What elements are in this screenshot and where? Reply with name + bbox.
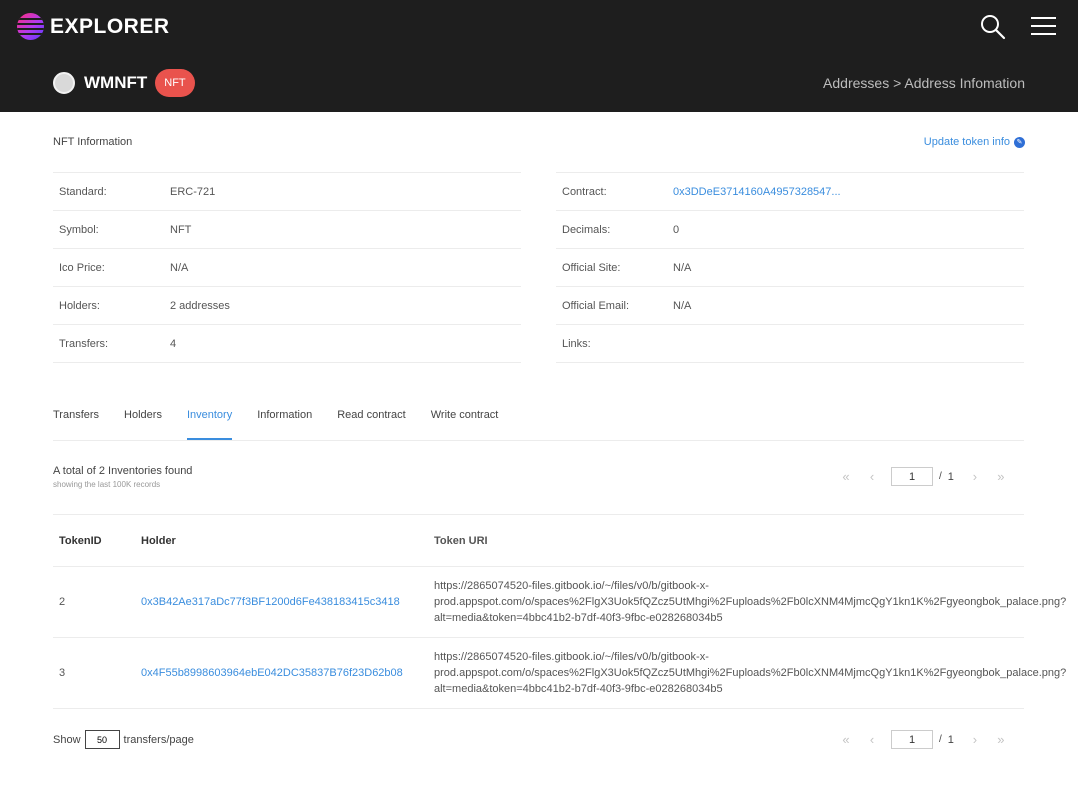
info-label: Transfers: bbox=[59, 337, 109, 350]
next-page-button[interactable]: › bbox=[962, 732, 988, 747]
top-header: EXPLORER WMNFT NFT Addresses > Address I… bbox=[0, 0, 1078, 112]
token-uri-line: https://2865074520-files.gitbook.io/~/fi… bbox=[434, 580, 709, 592]
update-token-info-link[interactable]: Update token info ✎ bbox=[924, 136, 1025, 148]
token-avatar bbox=[53, 72, 75, 94]
info-table-right: Contract: 0x3DDeE3714160A4957328547... D… bbox=[556, 172, 1024, 363]
info-label: Official Site: bbox=[562, 261, 621, 274]
token-uri-line: https://2865074520-files.gitbook.io/~/fi… bbox=[434, 651, 709, 663]
token-uri-cell: https://2865074520-files.gitbook.io/~/fi… bbox=[434, 649, 1067, 697]
explorer-logo[interactable]: EXPLORER bbox=[17, 13, 170, 40]
per-page-label: transfers/page bbox=[123, 733, 194, 746]
next-page-button[interactable]: › bbox=[962, 469, 988, 484]
inventory-showing-note: showing the last 100K records bbox=[53, 480, 161, 489]
holder-address-link[interactable]: 0x3B42Ae317aDc77f3BF1200d6Fe438183415c34… bbox=[141, 596, 434, 608]
info-row-standard: Standard: ERC-721 bbox=[53, 173, 521, 211]
search-button[interactable] bbox=[980, 14, 1006, 40]
column-header-holder: Holder bbox=[141, 534, 176, 547]
info-value: 4 bbox=[170, 337, 177, 350]
holder-address-link[interactable]: 0x4F55b8998603964ebE042DC35837B76f23D62b… bbox=[141, 667, 434, 679]
info-label: Decimals: bbox=[562, 223, 611, 236]
info-value: 2 addresses bbox=[170, 299, 230, 312]
info-row-symbol: Symbol: NFT bbox=[53, 211, 521, 249]
globe-logo-icon bbox=[17, 13, 44, 40]
info-label: Holders: bbox=[59, 299, 100, 312]
first-page-button[interactable]: « bbox=[833, 732, 859, 747]
tab-inventory[interactable]: Inventory bbox=[186, 399, 233, 440]
inventory-total: A total of 2 Inventories found bbox=[53, 465, 193, 477]
info-row-links: Links: bbox=[556, 325, 1024, 363]
token-id-cell: 3 bbox=[59, 667, 66, 679]
info-value: 0 bbox=[673, 223, 680, 236]
contract-address-link[interactable]: 0x3DDeE3714160A4957328547... bbox=[673, 186, 841, 198]
token-uri-line: prod.appspot.com/o/spaces%2FlgX3Uok5fQZc… bbox=[434, 596, 1067, 608]
tab-read-contract[interactable]: Read contract bbox=[337, 399, 405, 440]
total-pages: 1 bbox=[947, 733, 954, 746]
prev-page-button[interactable]: ‹ bbox=[859, 469, 885, 484]
info-row-ico-price: Ico Price: N/A bbox=[53, 249, 521, 287]
token-name: WMNFT bbox=[84, 73, 148, 92]
info-label: Ico Price: bbox=[59, 261, 105, 274]
tab-write-contract[interactable]: Write contract bbox=[431, 399, 499, 440]
info-value: N/A bbox=[170, 261, 189, 274]
info-label: Standard: bbox=[59, 185, 107, 198]
token-type-badge: NFT bbox=[155, 69, 195, 97]
info-value: ERC-721 bbox=[170, 185, 216, 198]
pagination-top: « ‹ / 1 › » bbox=[833, 467, 1014, 486]
last-page-button[interactable]: » bbox=[988, 469, 1014, 484]
info-value: N/A bbox=[673, 261, 692, 274]
info-table-left: Standard: ERC-721 Symbol: NFT Ico Price:… bbox=[53, 172, 521, 363]
token-header: WMNFT NFT bbox=[53, 69, 195, 97]
info-value: N/A bbox=[673, 299, 692, 312]
first-page-button[interactable]: « bbox=[833, 469, 859, 484]
info-label: Links: bbox=[562, 337, 591, 350]
token-id-cell: 2 bbox=[59, 596, 66, 608]
tab-information[interactable]: Information bbox=[257, 399, 312, 440]
info-row-holders: Holders: 2 addresses bbox=[53, 287, 521, 325]
page-size-input[interactable] bbox=[84, 730, 120, 749]
hamburger-menu-icon bbox=[1031, 17, 1056, 19]
token-uri-cell: https://2865074520-files.gitbook.io/~/fi… bbox=[434, 578, 1067, 626]
page-number-input[interactable] bbox=[891, 730, 933, 749]
tab-bar: Transfers Holders Inventory Information … bbox=[53, 399, 1024, 441]
brand-name: EXPLORER bbox=[50, 14, 170, 38]
token-uri-line: alt=media&token=4bbc41b2-b7df-40f3-9fbc-… bbox=[434, 683, 723, 695]
pagination-bottom: « ‹ / 1 › » bbox=[833, 730, 1014, 749]
info-label: Contract: bbox=[562, 185, 607, 198]
info-row-contract: Contract: 0x3DDeE3714160A4957328547... bbox=[556, 173, 1024, 211]
total-pages: 1 bbox=[947, 470, 954, 483]
breadcrumb[interactable]: Addresses > Address Infomation bbox=[823, 75, 1025, 91]
info-value: NFT bbox=[170, 223, 192, 236]
table-row: 2 0x3B42Ae317aDc77f3BF1200d6Fe438183415c… bbox=[53, 567, 1067, 638]
menu-button[interactable] bbox=[1031, 17, 1057, 37]
section-title: NFT Information bbox=[53, 136, 133, 148]
prev-page-button[interactable]: ‹ bbox=[859, 732, 885, 747]
update-token-info-label: Update token info bbox=[923, 136, 1010, 148]
table-row: 3 0x4F55b8998603964ebE042DC35837B76f23D6… bbox=[53, 638, 1067, 709]
tab-holders[interactable]: Holders bbox=[124, 399, 162, 440]
page-separator: / bbox=[939, 734, 942, 745]
page-number-input[interactable] bbox=[891, 467, 933, 486]
last-page-button[interactable]: » bbox=[988, 732, 1014, 747]
inventory-table: TokenID Holder Token URI 2 0x3B42Ae317aD… bbox=[53, 514, 1067, 709]
column-header-token-uri: Token URI bbox=[434, 534, 488, 547]
info-label: Official Email: bbox=[562, 299, 630, 312]
search-icon bbox=[981, 15, 1006, 40]
token-uri-line: alt=media&token=4bbc41b2-b7df-40f3-9fbc-… bbox=[434, 612, 723, 624]
tab-transfers[interactable]: Transfers bbox=[53, 399, 99, 440]
info-row-transfers: Transfers: 4 bbox=[53, 325, 521, 363]
info-label: Symbol: bbox=[59, 223, 99, 236]
table-header: TokenID Holder Token URI bbox=[53, 515, 1024, 567]
page-separator: / bbox=[939, 471, 942, 482]
info-row-decimals: Decimals: 0 bbox=[556, 211, 1024, 249]
info-row-official-site: Official Site: N/A bbox=[556, 249, 1024, 287]
page-size-control: Show transfers/page bbox=[53, 730, 194, 749]
token-uri-line: prod.appspot.com/o/spaces%2FlgX3Uok5fQZc… bbox=[434, 667, 1067, 679]
pencil-icon: ✎ bbox=[1014, 136, 1025, 148]
info-row-official-email: Official Email: N/A bbox=[556, 287, 1024, 325]
show-label: Show bbox=[53, 733, 81, 746]
column-header-tokenid: TokenID bbox=[59, 534, 102, 547]
